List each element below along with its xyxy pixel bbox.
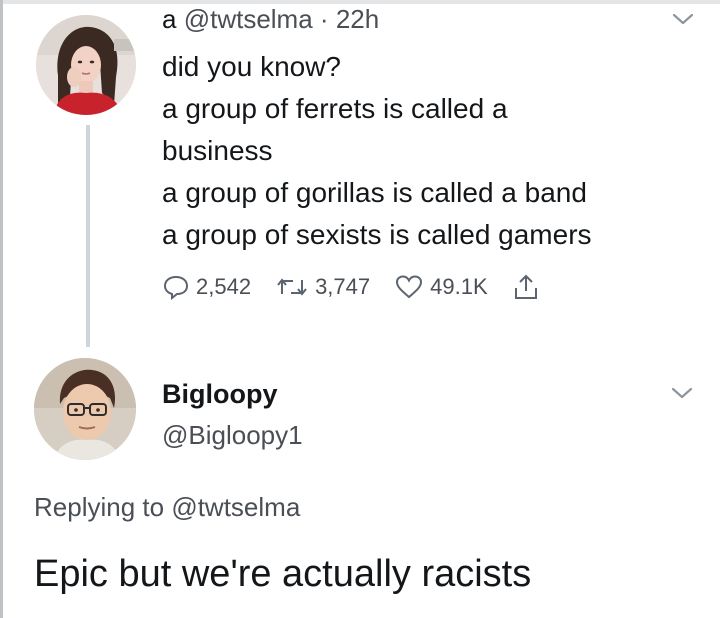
tweet-action-bar: 2,542 3,747 49.1K (162, 270, 570, 304)
tweet-line: a group of sexists is called gamers (162, 219, 592, 250)
replying-to-line: Replying to @twtselma (34, 490, 300, 524)
replying-to-label: Replying to (34, 492, 165, 522)
replying-to-mention[interactable]: @twtselma (171, 492, 300, 522)
chevron-down-icon[interactable] (671, 386, 693, 400)
tweet-line: business (162, 135, 273, 166)
like-icon (396, 275, 423, 299)
retweet-icon (277, 278, 307, 296)
original-tweet-text: did you know? a group of ferrets is call… (162, 46, 692, 256)
original-author-handle[interactable]: @twtselma (184, 4, 313, 34)
reply-author-name[interactable]: Bigloopy (162, 377, 278, 411)
reply-tweet-text: Epic but we're actually racists (34, 553, 532, 595)
tweet-line: did you know? (162, 51, 342, 82)
avatar-portrait-icon (36, 15, 136, 115)
reply-icon (163, 275, 189, 300)
tweet-line: a group of gorillas is called a band (162, 177, 587, 208)
thread-connector-line (86, 125, 90, 347)
original-author-avatar[interactable] (36, 15, 136, 115)
original-tweet-header: a @twtselma · 22h (162, 2, 379, 36)
original-author-name[interactable]: a (162, 4, 176, 34)
like-button[interactable]: 49.1K (394, 273, 488, 301)
reply-count: 2,542 (196, 274, 252, 299)
share-icon (514, 274, 537, 299)
retweet-count: 3,747 (315, 274, 371, 299)
reply-author-avatar[interactable] (34, 358, 136, 460)
avatar-portrait-icon (34, 358, 136, 460)
retweet-button[interactable]: 3,747 (275, 273, 370, 301)
tweet-screenshot: a @twtselma · 22h did you know? a group … (0, 0, 720, 618)
left-border (0, 0, 3, 618)
header-separator: · (319, 4, 329, 34)
reply-button[interactable]: 2,542 (162, 273, 251, 301)
tweet-timestamp[interactable]: 22h (336, 4, 379, 34)
like-count: 49.1K (430, 274, 488, 299)
tweet-line: a group of ferrets is called a (162, 93, 508, 124)
chevron-down-icon[interactable] (672, 12, 694, 26)
share-button[interactable] (512, 273, 546, 301)
reply-author-handle[interactable]: @Bigloopy1 (162, 418, 303, 452)
